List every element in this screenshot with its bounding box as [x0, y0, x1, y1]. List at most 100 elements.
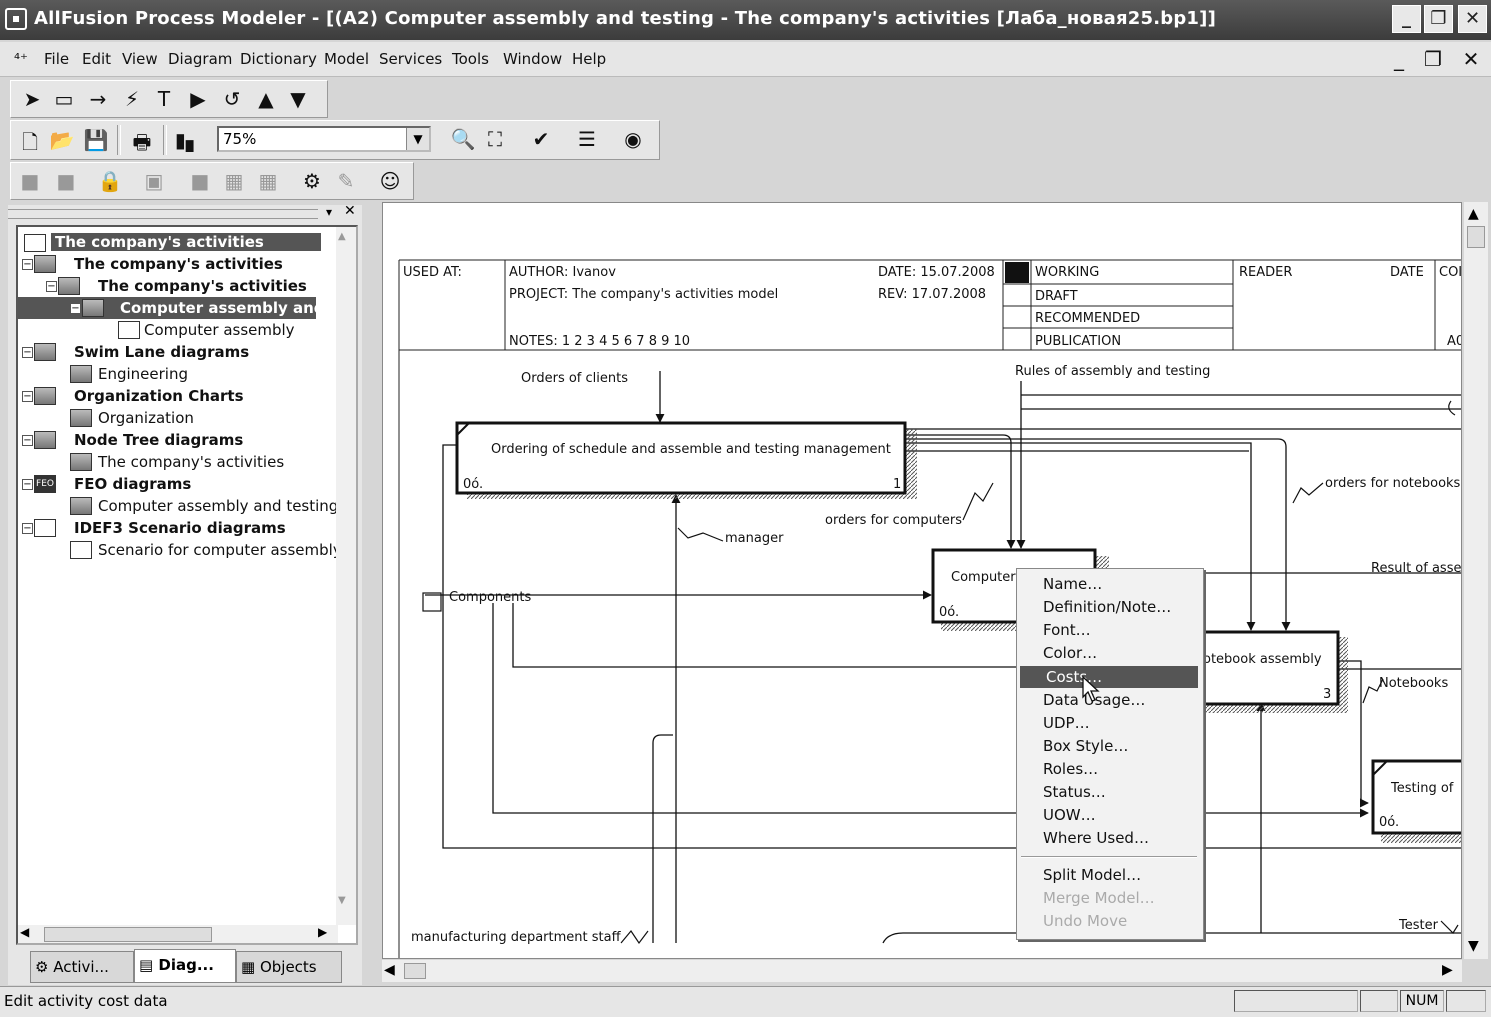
- tree-item[interactable]: The company's activities: [98, 453, 284, 471]
- tree-vscroll[interactable]: ▲ ▼: [336, 227, 356, 925]
- open-folder-icon[interactable]: 📂: [47, 128, 77, 152]
- label-orders-clients[interactable]: Orders of clients: [521, 371, 628, 386]
- collapse-icon[interactable]: −: [22, 391, 33, 402]
- scroll-thumb[interactable]: [44, 927, 212, 942]
- menu-help[interactable]: Help: [572, 50, 606, 68]
- pane-arrow-icon[interactable]: ▾: [326, 205, 332, 219]
- pane-grip[interactable]: [8, 209, 318, 219]
- lock-icon[interactable]: 🔒: [95, 169, 125, 193]
- tree-hscroll[interactable]: ◀ ▶: [18, 925, 338, 943]
- collapse-icon[interactable]: −: [22, 523, 33, 534]
- menu-edit[interactable]: Edit: [82, 50, 111, 68]
- tree-item-selected[interactable]: Computer assembly and: [120, 299, 325, 317]
- model-mart-icon[interactable]: ◉: [618, 127, 648, 151]
- menu-item-where-used[interactable]: Where Used…: [1017, 827, 1199, 849]
- mdi-close-button[interactable]: ✕: [1456, 45, 1486, 73]
- tree-item[interactable]: Computer assembly and testing: [98, 497, 338, 515]
- label-orders-notebooks[interactable]: orders for notebooks: [1325, 476, 1461, 491]
- menu-item-costs[interactable]: Costs…: [1020, 666, 1198, 688]
- collapse-icon[interactable]: −: [22, 347, 33, 358]
- collapse-icon[interactable]: −: [22, 479, 33, 490]
- menu-item-data-usage[interactable]: Data Usage…: [1017, 689, 1199, 711]
- menu-item-color[interactable]: Color…: [1017, 642, 1199, 664]
- label-tester[interactable]: Tester: [1398, 918, 1439, 933]
- collapse-icon[interactable]: −: [22, 259, 33, 270]
- chevron-down-icon[interactable]: ▼: [406, 128, 429, 150]
- menu-item-roles[interactable]: Roles…: [1017, 758, 1199, 780]
- label-orders-computers[interactable]: orders for computers: [825, 513, 962, 528]
- canvas-hscroll[interactable]: ◀ ▶: [382, 960, 1462, 982]
- label-components[interactable]: Components: [449, 590, 531, 605]
- menu-file[interactable]: File: [44, 50, 69, 68]
- spell-check-icon[interactable]: ✔: [526, 127, 556, 151]
- minimize-button[interactable]: _: [1392, 5, 1421, 33]
- save-icon[interactable]: 💾: [81, 128, 111, 152]
- box4-title[interactable]: Testing of: [1390, 781, 1454, 796]
- tab-diagrams[interactable]: ▤ Diag...: [134, 949, 236, 983]
- tree-item[interactable]: Organization: [98, 409, 194, 427]
- menu-tools[interactable]: Tools: [452, 50, 489, 68]
- collapse-icon[interactable]: −: [46, 281, 57, 292]
- mdi-minimize-button[interactable]: _: [1384, 45, 1414, 73]
- menu-item-uow[interactable]: UOW…: [1017, 804, 1199, 826]
- tree-item[interactable]: Computer assembly: [144, 321, 295, 339]
- box2-title[interactable]: Computer: [951, 570, 1016, 585]
- mart-library-icon[interactable]: ▣: [139, 169, 169, 193]
- diagram-canvas[interactable]: USED AT: AUTHOR: Ivanov PROJECT: The com…: [382, 202, 1462, 959]
- menu-item-split-model[interactable]: Split Model…: [1017, 864, 1199, 886]
- play-icon[interactable]: ▶: [183, 87, 213, 111]
- mart-grid-icon[interactable]: ▦: [253, 169, 283, 193]
- pointer-icon[interactable]: ➤: [17, 87, 47, 111]
- label-staff[interactable]: manufacturing department staff: [411, 930, 622, 945]
- scroll-up-icon[interactable]: ▲: [1468, 206, 1479, 222]
- tree-item[interactable]: Node Tree diagrams: [74, 431, 243, 449]
- box1-title[interactable]: Ordering of schedule and assemble and te…: [491, 442, 891, 457]
- tree-item-root[interactable]: The company's activities: [51, 233, 321, 251]
- tree-item[interactable]: Scenario for computer assembly: [98, 541, 342, 559]
- menu-item-box-style[interactable]: Box Style…: [1017, 735, 1199, 757]
- tree-item[interactable]: FEO diagrams: [74, 475, 191, 493]
- tree-item[interactable]: Swim Lane diagrams: [74, 343, 249, 361]
- app-icon[interactable]: [5, 8, 27, 30]
- vscroll-thumb[interactable]: [1467, 226, 1485, 248]
- menu-services[interactable]: Services: [379, 50, 442, 68]
- label-result[interactable]: Result of asse: [1371, 561, 1461, 576]
- go-down-icon[interactable]: ▼: [283, 87, 313, 111]
- scroll-right-icon[interactable]: ▶: [1442, 962, 1453, 978]
- menu-item-definition[interactable]: Definition/Note…: [1017, 596, 1199, 618]
- rotate-icon[interactable]: ↺: [217, 87, 247, 111]
- menu-window[interactable]: Window: [503, 50, 562, 68]
- menu-dictionary[interactable]: Dictionary: [240, 50, 317, 68]
- new-file-icon[interactable]: 🗋: [15, 128, 45, 162]
- model-explorer-icon[interactable]: ▮▖: [173, 128, 203, 152]
- box3-title[interactable]: otebook assembly: [1203, 652, 1322, 667]
- zoom-icon[interactable]: 🔍: [448, 127, 478, 151]
- zoom-fit-icon[interactable]: ⛶: [480, 127, 510, 151]
- scroll-left-icon[interactable]: ◀: [384, 962, 395, 978]
- maximize-button[interactable]: ❐: [1424, 5, 1453, 33]
- scroll-left-icon[interactable]: ◀: [20, 925, 29, 939]
- print-icon[interactable]: 🖶: [127, 128, 157, 162]
- menu-view[interactable]: View: [122, 50, 158, 68]
- box-tool-icon[interactable]: ▭: [49, 87, 79, 111]
- menu-item-font[interactable]: Font…: [1017, 619, 1199, 641]
- mart-options-icon[interactable]: ⚙: [297, 169, 327, 193]
- menu-diagram[interactable]: Diagram: [168, 50, 232, 68]
- tree-item[interactable]: The company's activities: [98, 277, 307, 295]
- zoom-select[interactable]: 75% ▼: [217, 126, 431, 152]
- tab-objects[interactable]: ▦ Objects: [236, 951, 342, 983]
- pane-close-icon[interactable]: ✕: [344, 203, 356, 219]
- label-manager[interactable]: manager: [725, 531, 784, 546]
- mart-report-icon[interactable]: ■: [185, 169, 215, 193]
- label-notebooks[interactable]: Notebooks: [1379, 676, 1448, 691]
- arrow-tool-icon[interactable]: →: [83, 87, 113, 111]
- go-up-icon[interactable]: ▲: [251, 87, 281, 111]
- collapse-icon[interactable]: −: [22, 435, 33, 446]
- menu-item-name[interactable]: Name…: [1017, 573, 1199, 595]
- tab-activities[interactable]: ⚙ Activi...: [30, 951, 134, 983]
- squiggle-tool-icon[interactable]: ⚡: [117, 87, 147, 111]
- collapse-icon[interactable]: −: [70, 303, 81, 314]
- tree-view-icon[interactable]: ☰: [572, 127, 602, 151]
- menu-model[interactable]: Model: [324, 50, 369, 68]
- mart-edit-icon[interactable]: ✎: [331, 169, 361, 193]
